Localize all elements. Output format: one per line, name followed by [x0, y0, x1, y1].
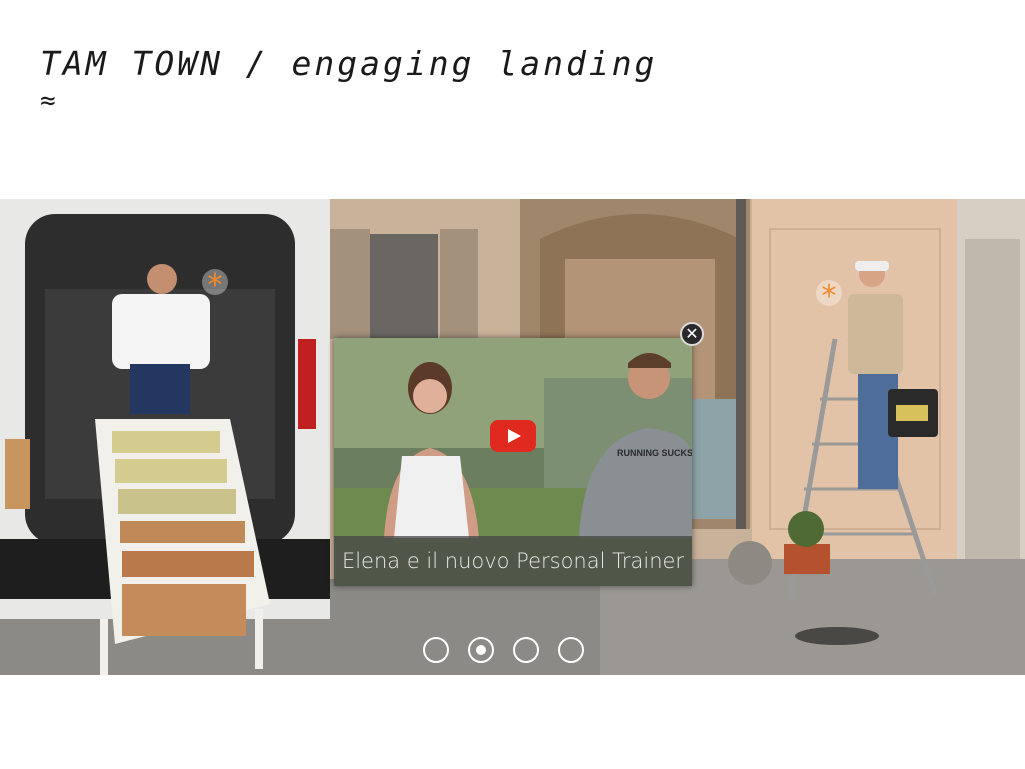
shirt-text: RUNNING SUCKS: [617, 448, 692, 458]
video-caption: Elena e il nuovo Personal Trainer: [334, 536, 692, 586]
play-triangle-icon: [508, 429, 521, 443]
carousel-dot-3[interactable]: [513, 637, 539, 663]
hotspot-marker-van[interactable]: *: [202, 269, 228, 303]
approx-glyph: ≈: [40, 86, 56, 116]
close-icon[interactable]: ✕: [680, 322, 704, 346]
youtube-play-icon[interactable]: [490, 420, 536, 452]
hotspot-marker-worker[interactable]: *: [816, 280, 842, 314]
carousel-dot-2[interactable]: [468, 637, 494, 663]
page-title: TAM TOWN / engaging landing: [40, 44, 658, 83]
carousel-dot-4[interactable]: [558, 637, 584, 663]
carousel-dot-1[interactable]: [423, 637, 449, 663]
hero-banner: * * RUNNING SUCKS Elena e il nuovo Perso…: [0, 199, 1025, 675]
video-popup[interactable]: RUNNING SUCKS Elena e il nuovo Personal …: [334, 338, 692, 586]
